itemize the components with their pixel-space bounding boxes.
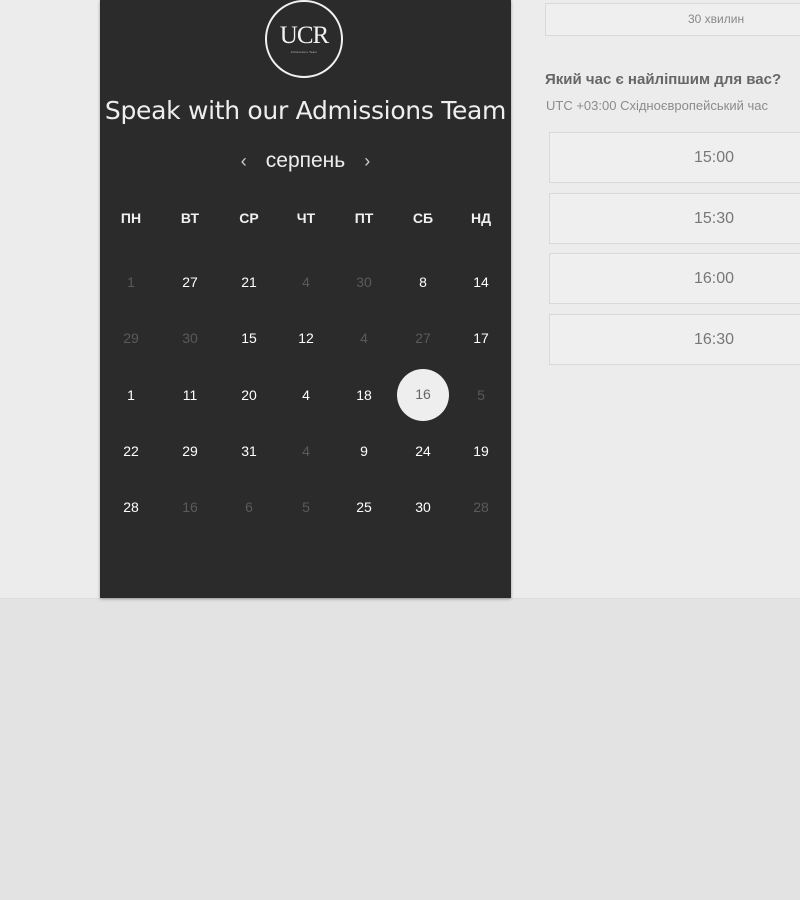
weekday-label: ЧТ <box>296 210 316 226</box>
duration-selector[interactable]: 30 хвилин <box>545 3 800 36</box>
timezone-label: UTC +03:00 Східноєвропейський час <box>546 98 768 113</box>
calendar-day[interactable]: 15 <box>229 318 269 358</box>
calendar-day[interactable]: 24 <box>403 431 443 471</box>
calendar-day[interactable]: 11 <box>170 375 210 415</box>
time-slot-button[interactable]: 16:00 <box>549 253 800 304</box>
calendar-day[interactable]: 1 <box>111 375 151 415</box>
calendar-day[interactable]: 25 <box>344 487 384 527</box>
calendar-day: 6 <box>245 499 253 515</box>
calendar-day[interactable]: 12 <box>286 318 326 358</box>
calendar-day[interactable]: 21 <box>229 262 269 302</box>
weekday-label: СБ <box>412 210 434 226</box>
calendar-day: 4 <box>302 274 310 290</box>
next-month-icon[interactable]: › <box>353 151 381 172</box>
calendar-day[interactable]: 8 <box>403 262 443 302</box>
calendar-day[interactable]: 22 <box>111 431 151 471</box>
calendar-day[interactable]: 4 <box>286 375 326 415</box>
calendar-day: 5 <box>302 499 310 515</box>
calendar-day[interactable]: 29 <box>170 431 210 471</box>
calendar-day: 27 <box>415 330 431 346</box>
weekday-label: ПТ <box>354 210 374 226</box>
weekday-label: НД <box>470 210 492 226</box>
calendar-day[interactable]: 17 <box>461 318 501 358</box>
calendar-day[interactable]: 9 <box>344 431 384 471</box>
calendar-day[interactable]: 14 <box>461 262 501 302</box>
calendar-day: 16 <box>182 499 198 515</box>
time-slot-button[interactable]: 16:30 <box>549 314 800 365</box>
calendar-day[interactable]: 28 <box>111 487 151 527</box>
calendar-day: 5 <box>477 387 485 403</box>
calendar-day[interactable]: 31 <box>229 431 269 471</box>
ucr-logo: UCR Admissions Team <box>265 0 343 78</box>
selected-day[interactable]: 16 <box>397 369 449 421</box>
calendar-day[interactable]: 30 <box>403 487 443 527</box>
logo-text: UCR <box>279 21 329 49</box>
calendar-day: 1 <box>127 274 135 290</box>
weekday-label: ВТ <box>180 210 200 226</box>
page-title: Speak with our Admissions Team <box>104 96 507 125</box>
logo-subtext: Admissions Team <box>290 49 318 54</box>
weekday-label: СР <box>239 210 259 226</box>
time-slot-button[interactable]: 15:00 <box>549 132 800 183</box>
weekday-label: ПН <box>120 210 142 226</box>
month-navigation: ‹ серпень › <box>100 146 511 176</box>
time-slot-button[interactable]: 15:30 <box>549 193 800 244</box>
calendar-day[interactable]: 18 <box>344 375 384 415</box>
calendar-day: 30 <box>356 274 372 290</box>
calendar-day: 30 <box>182 330 198 346</box>
prev-month-icon[interactable]: ‹ <box>230 151 258 172</box>
calendar-day: 28 <box>473 499 489 515</box>
calendar-day: 4 <box>360 330 368 346</box>
calendar-day[interactable]: 19 <box>461 431 501 471</box>
month-label: серпень <box>265 149 346 172</box>
time-question: Який час є найліпшим для вас? <box>545 71 782 88</box>
calendar-day[interactable]: 27 <box>170 262 210 302</box>
calendar-day: 29 <box>123 330 139 346</box>
calendar-day[interactable]: 20 <box>229 375 269 415</box>
calendar-day: 4 <box>302 443 310 459</box>
